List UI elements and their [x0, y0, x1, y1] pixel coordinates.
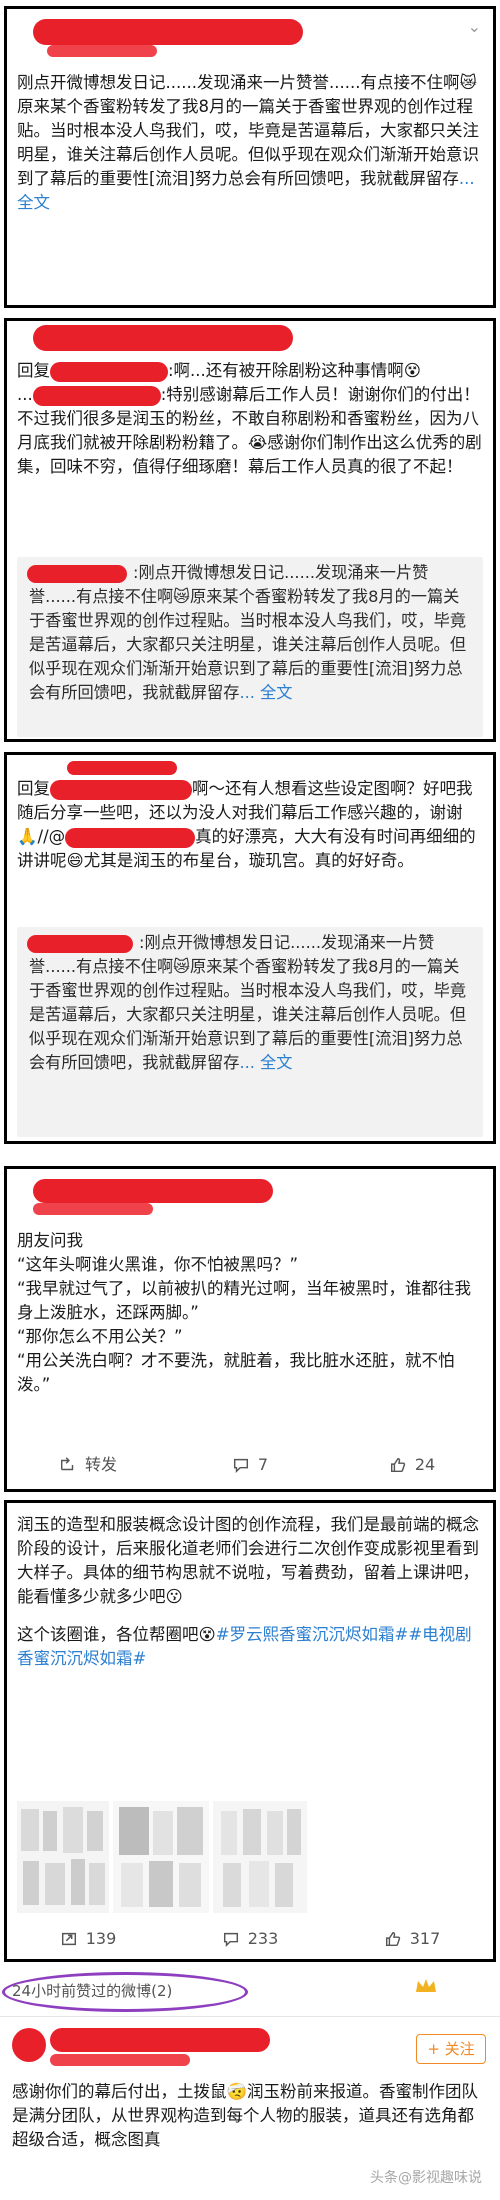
comment-button[interactable]: 7 — [169, 1445, 331, 1485]
post-card-4: 朋友问我 “这年头啊谁火黑谁，你不怕被黑吗？” “我早就过气了，以前被扒的精光过… — [4, 1166, 496, 1492]
costume-design-image[interactable] — [113, 1801, 209, 1913]
repost-icon — [60, 1457, 74, 1471]
post-text: 感谢你们的幕后付出，土拨鼠🤕润玉粉前来报道。香蜜制作团队是满分团队，从世界观构造… — [12, 2082, 479, 2149]
expand-full-text-link[interactable]: ... 全文 — [239, 683, 292, 702]
redacted-mention — [50, 361, 168, 382]
thumbs-up-icon — [385, 1931, 400, 1947]
repost-button[interactable]: 转发 — [7, 1445, 169, 1485]
post-card-5: 润玉的造型和服装概念设计图的创作流程，我们是最前端的概念阶段的设计，后来服化道老… — [4, 1500, 496, 1962]
reply-text: 回复:啊...还有被开除剧粉这种事情啊😵 ...:特别感谢幕后工作人员！谢谢你们… — [17, 361, 482, 476]
comment-icon — [223, 1932, 238, 1948]
redacted-timestamp — [47, 45, 157, 57]
redacted-mention — [32, 385, 161, 406]
image-grid[interactable] — [17, 1801, 307, 1913]
redacted-username — [33, 325, 293, 351]
quoted-post[interactable]: :刚点开微博想发日记......发现涌来一片赞誉......有点接不住啊😿原来某… — [17, 927, 483, 1137]
repost-icon — [61, 1932, 76, 1946]
redacted-username — [33, 1179, 273, 1203]
avatar[interactable] — [12, 2028, 46, 2062]
quoted-post[interactable]: :刚点开微博想发日记......发现涌来一片赞誉......有点接不住啊😿原来某… — [17, 557, 483, 737]
like-button[interactable]: 317 — [331, 1919, 493, 1959]
like-button[interactable]: 24 — [331, 1445, 493, 1485]
redacted-timestamp — [50, 2054, 190, 2066]
post-card-2: 回复:啊...还有被开除剧粉这种事情啊😵 ...:特别感谢幕后工作人员！谢谢你们… — [4, 318, 496, 742]
post-card-3: 回复 啊～还有人想看这些设定图啊？好吧我随后分享一些吧，还以为没人对我们幕后工作感… — [4, 752, 496, 1144]
thumbs-up-icon — [390, 1457, 406, 1473]
redacted-timestamp — [33, 1203, 153, 1215]
final-figures-image — [221, 1809, 301, 1907]
repost-button[interactable]: 139 — [7, 1919, 169, 1959]
final-look-image[interactable] — [213, 1801, 307, 1913]
comment-button[interactable]: 233 — [169, 1919, 331, 1959]
crown-icon — [416, 1979, 436, 1992]
action-bar: 转发 7 24 — [7, 1445, 493, 1485]
post-card-1: ⌄ 刚点开微博想发日记......发现涌来一片赞誉......有点接不住啊😿原来… — [4, 6, 496, 308]
post-text: 朋友问我 “这年头啊谁火黑谁，你不怕被黑吗？” “我早就过气了，以前被扒的精光过… — [17, 1231, 472, 1394]
expand-full-text-link[interactable]: ... 全文 — [239, 1053, 292, 1072]
comment-icon — [233, 1458, 248, 1474]
watermark: 头条@影视趣味说 — [370, 2170, 482, 2186]
liked-section-header: 24小时前赞过的微博(2) — [12, 1982, 173, 2000]
sketch-figures-image — [21, 1807, 105, 1905]
concept-sketch-image[interactable] — [17, 1801, 109, 1913]
redacted-username — [50, 2028, 270, 2052]
redacted-mention — [50, 779, 192, 800]
action-bar: 139 233 317 — [7, 1919, 493, 1959]
redacted-username — [67, 761, 177, 775]
follow-button[interactable]: + 关注 — [416, 2034, 486, 2064]
redacted-mention — [65, 827, 196, 848]
costume-figures-image — [119, 1807, 203, 1907]
post-text: 刚点开微博想发日记......发现涌来一片赞誉......有点接不住啊😿原来某个… — [17, 73, 479, 212]
chevron-down-icon[interactable]: ⌄ — [468, 15, 481, 39]
liked-posts-section: 24小时前赞过的微博(2) + 关注 感谢你们的幕后付出，土拨鼠🤕润玉粉前来报道… — [0, 1968, 500, 2200]
post-text: 润玉的造型和服装概念设计图的创作流程，我们是最前端的概念阶段的设计，后来服化道老… — [17, 1515, 479, 1668]
redacted-username — [33, 19, 303, 45]
reply-text: 回复 啊～还有人想看这些设定图啊？好吧我随后分享一些吧，还以为没人对我们幕后工作感… — [17, 779, 476, 870]
